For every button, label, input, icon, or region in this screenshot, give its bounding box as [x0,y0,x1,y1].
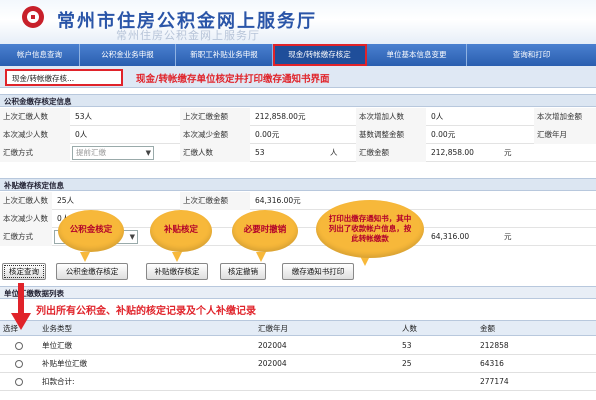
nav-tab-query-print[interactable]: 查询和打印 [467,44,596,66]
callout-tail [80,252,90,262]
callout-subsidy-check: 补贴核定 [150,210,212,252]
value-subsidy-last-count: 25人 [57,196,75,205]
nav-tab-payment-check[interactable]: 现金/转帐缴存核定 [273,44,367,66]
table-row[interactable]: 补贴单位汇缴 202004 25 64316 [0,355,596,373]
nav-tab-new-employee-subsidy[interactable]: 新职工补贴业务申报 [176,44,273,66]
value-add-count: 0人 [431,112,444,121]
label-subsidy-last-amount: 上次汇缴金额 [180,192,250,210]
callout-tail [256,252,266,262]
label-add-count: 本次增加人数 [356,108,426,126]
cell-count: 25 [402,359,412,368]
subtab-bar: 现金/转帐缴存核... 现金/转帐缴存单位核定并打印缴存通知书界面 [0,66,596,88]
unit-yuan: 元 [504,148,512,157]
table-row[interactable]: 单位汇缴 202004 53 212858 [0,337,596,355]
section-header-subsidy: 补贴缴存核定信息 [0,178,596,191]
table-annotation: 列出所有公积金、补贴的核定记录及个人补缴记录 [36,306,256,317]
table-header: 选择 业务类型 汇缴年月 人数 金额 [0,320,596,336]
value-subsidy-pay-amount: 64,316.00 [431,232,470,241]
unit-person: 人 [330,148,338,157]
callout-print-notice: 打印出缴存通知书，其中列出了收款帐户信息，按此转帐缴款 [316,200,424,258]
label-base-adjust: 基数调整金额 [356,126,426,144]
pay-method-select[interactable]: 提前汇缴 ▼ [72,146,154,160]
value-reduce-amount: 0.00元 [255,130,280,139]
callout-tail [172,252,182,262]
value-pay-amount: 212,858.00 [431,148,474,157]
cell-amount: 277174 [480,377,509,386]
value-base-adjust: 0.00元 [431,130,456,139]
arrow-down-icon [11,283,31,330]
col-amount: 金额 [480,324,495,333]
fund-check-button[interactable]: 公积金缴存核定 [56,263,128,280]
site-header: 常州市住房公积金网上服务厅 常州住房公积金网上服务厅 [0,0,596,44]
check-revoke-button[interactable]: 核定撤销 [220,263,266,280]
page-annotation: 现金/转帐缴存单位核定并打印缴存通知书界面 [136,74,330,85]
main-nav: 帐户信息查询 公积金业务申报 新职工补贴业务申报 现金/转帐缴存核定 单位基本信… [0,44,596,66]
table-row[interactable]: 扣款合计: 277174 [0,373,596,391]
subtab-payment-check[interactable]: 现金/转帐缴存核... [5,69,123,86]
cell-amount: 212858 [480,341,509,350]
col-pay-month: 汇缴年月 [258,324,288,333]
callout-revoke: 必要时撤销 [232,210,298,252]
section-header-fund: 公积金缴存核定信息 [0,94,596,107]
value-last-amount: 212,858.00元 [255,112,306,121]
unit-yuan: 元 [504,232,512,241]
cell-amount: 64316 [480,359,504,368]
cell-month: 202004 [258,359,287,368]
site-title-reflection: 常州住房公积金网上服务厅 [116,29,260,42]
col-count: 人数 [402,324,417,333]
chevron-down-icon: ▼ [145,149,151,157]
cell-type: 单位汇缴 [42,341,72,350]
page: 常州市住房公积金网上服务厅 常州住房公积金网上服务厅 帐户信息查询 公积金业务申… [0,0,596,400]
row-select-radio[interactable] [15,360,23,368]
col-business-type: 业务类型 [42,324,72,333]
cell-count: 53 [402,341,412,350]
action-toolbar: 核定查询 公积金缴存核定 补贴缴存核定 核定撤销 缴存通知书打印 [0,261,596,283]
label-pay-method: 汇缴方式 [0,144,70,162]
label-pay-amount: 汇缴金额 [356,144,426,162]
callout-fund-check: 公积金核定 [58,210,124,252]
row-select-radio[interactable] [15,378,23,386]
cell-type: 补贴单位汇缴 [42,359,87,368]
nav-tab-business-declare[interactable]: 公积金业务申报 [80,44,176,66]
label-last-amount: 上次汇缴金额 [180,108,250,126]
label-reduce-amount: 本次减少金额 [180,126,250,144]
label-add-amount: 本次增加金额 [534,108,596,126]
value-pay-count: 53 [255,148,265,157]
print-notice-button[interactable]: 缴存通知书打印 [282,263,354,280]
chevron-down-icon: ▼ [129,233,135,241]
label-pay-month: 汇缴年月 [534,126,596,144]
label-subsidy-reduce-count: 本次减少人数 [0,210,52,228]
label-pay-count: 汇缴人数 [180,144,250,162]
cell-type: 扣款合计: [42,377,75,386]
logo-icon [22,6,44,28]
value-subsidy-last-amount: 64,316.00元 [255,196,301,205]
label-subsidy-last-count: 上次汇缴人数 [0,192,52,210]
table-title: 单位汇缴数据列表 [0,286,596,299]
value-last-count: 53人 [75,112,93,121]
value-reduce-count: 0人 [75,130,88,139]
check-query-button[interactable]: 核定查询 [2,263,46,280]
label-reduce-count: 本次减少人数 [0,126,70,144]
cell-month: 202004 [258,341,287,350]
label-last-count: 上次汇缴人数 [0,108,70,126]
pay-method-value: 提前汇缴 [76,148,106,157]
label-subsidy-pay-method: 汇缴方式 [0,228,52,246]
row-select-radio[interactable] [15,342,23,350]
nav-tab-account-query[interactable]: 帐户信息查询 [0,44,80,66]
nav-tab-unit-info-change[interactable]: 单位基本信息变更 [367,44,467,66]
subsidy-check-button[interactable]: 补贴缴存核定 [146,263,208,280]
